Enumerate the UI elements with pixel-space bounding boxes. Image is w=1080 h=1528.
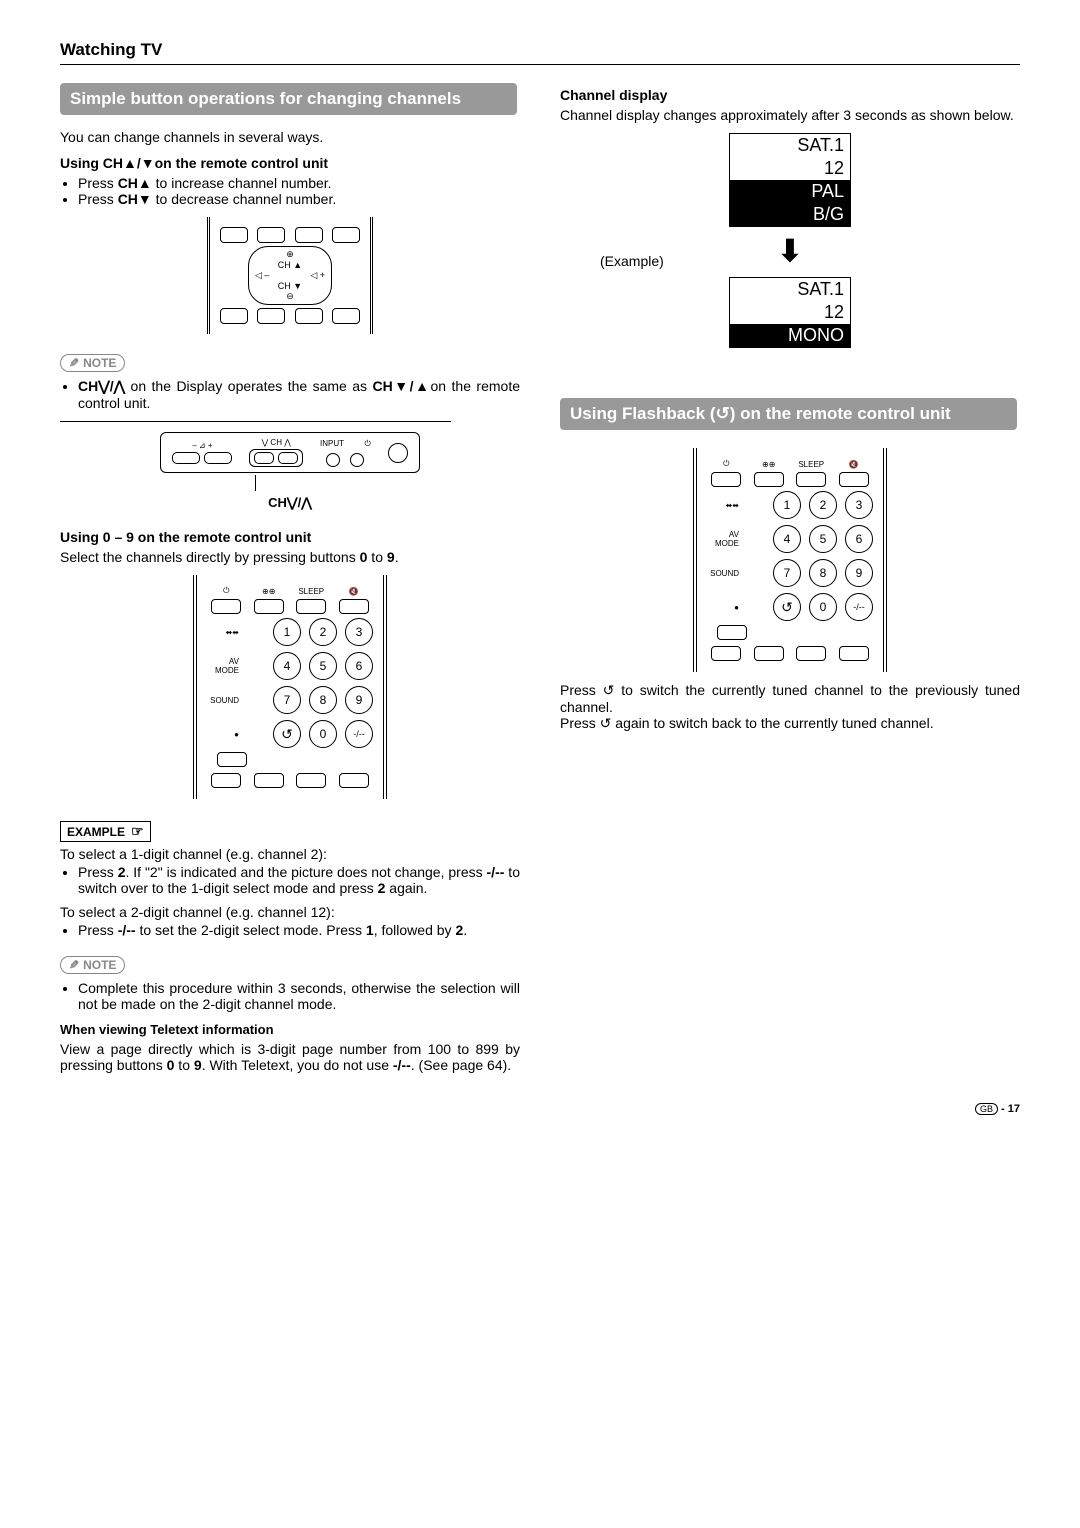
- osd-example-label: (Example): [600, 253, 664, 269]
- teletext-heading: When viewing Teletext information: [60, 1022, 520, 1037]
- example-1-lead: To select a 1-digit channel (e.g. channe…: [60, 846, 520, 862]
- left-column: Simple button operations for changing ch…: [60, 83, 520, 1073]
- right-column: Channel display Channel display changes …: [560, 83, 1020, 1073]
- channel-display-heading: Channel display: [560, 87, 1020, 103]
- remote-flashback-illustration: ⏻ ⊕⊕ SLEEP 🔇 ⬌⬌ 123 AV MODE 456 SOUND 78…: [693, 448, 887, 672]
- example-label: EXAMPLE: [60, 821, 151, 842]
- bullet-ch-down: Press CH▼ to decrease channel number.: [78, 191, 520, 207]
- note-text-1: CH⋁/⋀ on the Display operates the same a…: [78, 378, 520, 411]
- num-intro: Select the channels directly by pressing…: [60, 549, 520, 565]
- channel-display-text: Channel display changes approximately af…: [560, 107, 1020, 123]
- flashback-p1: Press ↺ to switch the currently tuned ch…: [560, 682, 1020, 715]
- example-1-bullet: Press 2. If "2" is indicated and the pic…: [78, 864, 520, 896]
- section-bar-simple-ops: Simple button operations for changing ch…: [60, 83, 517, 115]
- example-2-bullet: Press -/-- to set the 2-digit select mod…: [78, 922, 520, 938]
- intro-text: You can change channels in several ways.: [60, 129, 520, 145]
- down-arrow-icon: ⬇: [777, 243, 802, 261]
- display-top-panel-illustration: – ⊿ + ⋁ CH ⋀ INPUT ⏻: [160, 432, 420, 491]
- osd-box-before: SAT.1 12 PAL B/G: [729, 133, 851, 227]
- teletext-text: View a page directly which is 3-digit pa…: [60, 1041, 520, 1073]
- example-2-lead: To select a 2-digit channel (e.g. channe…: [60, 904, 520, 920]
- note-label-1: NOTE: [60, 354, 125, 372]
- note-text-2: Complete this procedure within 3 seconds…: [78, 980, 520, 1012]
- page-footer: GB - 17: [60, 1103, 1020, 1115]
- osd-box-after: SAT.1 12 MONO: [729, 277, 851, 348]
- flashback-p2: Press ↺ again to switch back to the curr…: [560, 715, 1020, 732]
- osd-example-area: SAT.1 12 PAL B/G (Example) ⬇ SAT.1 12 MO…: [560, 133, 1020, 348]
- remote-numeric-illustration: ⏻ ⊕⊕ SLEEP 🔇 ⬌⬌ 123 AV MODE 456 SOUND 78…: [193, 575, 387, 799]
- bullet-ch-up: Press CH▲ to increase channel number.: [78, 175, 520, 191]
- page-title: Watching TV: [60, 40, 1020, 65]
- display-panel-caption: CH⋁/⋀: [60, 495, 520, 511]
- subhead-num-remote: Using 0 – 9 on the remote control unit: [60, 529, 520, 545]
- subhead-ch-remote: Using CH▲/▼on the remote control unit: [60, 155, 520, 171]
- section-bar-flashback: Using Flashback (↺) on the remote contro…: [560, 398, 1017, 430]
- note-label-2: NOTE: [60, 956, 125, 974]
- remote-ch-illustration: ⊕ CH ▲ ◁ –◁ + CH ▼ ⊖: [207, 217, 373, 334]
